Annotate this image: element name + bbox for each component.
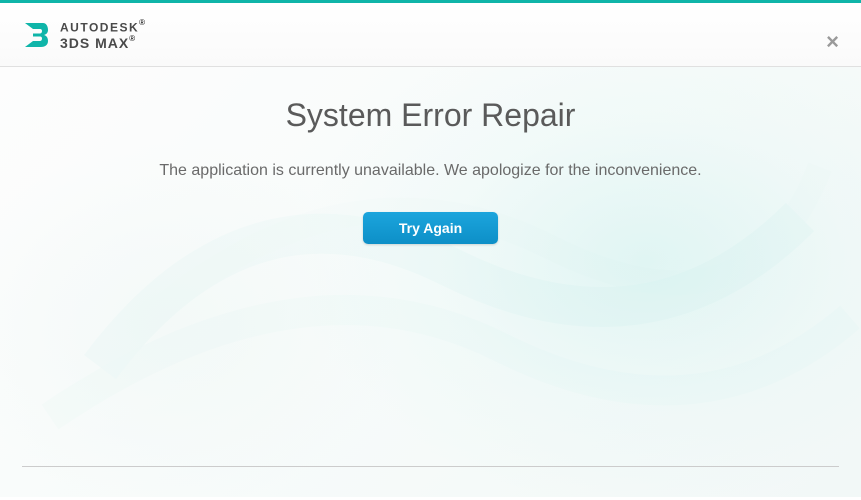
brand-text: AUTODESK® 3DS MAX® xyxy=(60,19,145,52)
error-panel: System Error Repair The application is c… xyxy=(0,67,861,244)
brand-product-text: 3DS MAX xyxy=(60,35,129,51)
registered-mark-icon: ® xyxy=(129,34,135,43)
brand-autodesk-label: AUTODESK® xyxy=(60,19,145,35)
header-bar: AUTODESK® 3DS MAX® × xyxy=(0,3,861,67)
brand-product-label: 3DS MAX® xyxy=(60,35,145,51)
brand-logo-container: AUTODESK® 3DS MAX® xyxy=(22,19,145,52)
brand-top-text: AUTODESK xyxy=(60,20,139,34)
close-icon: × xyxy=(826,29,839,54)
close-button[interactable]: × xyxy=(826,31,839,53)
main-content: System Error Repair The application is c… xyxy=(0,67,861,497)
try-again-button[interactable]: Try Again xyxy=(363,212,498,244)
registered-mark-icon: ® xyxy=(139,18,145,27)
error-title: System Error Repair xyxy=(0,97,861,134)
error-message: The application is currently unavailable… xyxy=(0,162,861,180)
autodesk-3-icon xyxy=(22,19,50,51)
